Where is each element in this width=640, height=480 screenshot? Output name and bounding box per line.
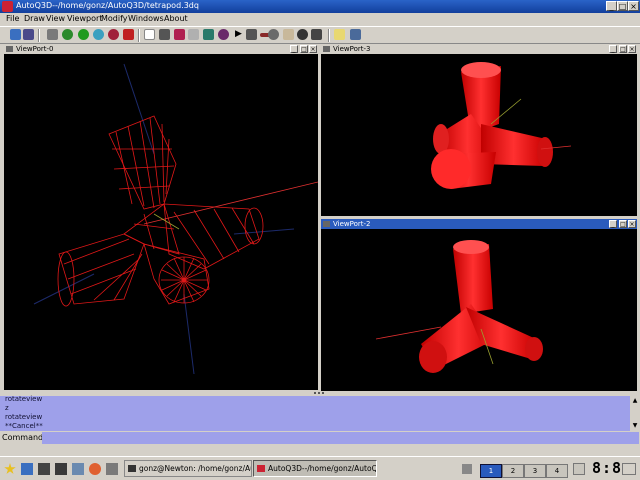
task-autoq3d-label: AutoQ3D--/home/gonz/AutoQ3D [268,464,377,473]
viewport-icon [323,221,330,227]
menu-about[interactable]: About [164,14,188,23]
camera-icon[interactable] [311,29,322,40]
solid-tetrapod-bottom [375,240,543,373]
blank-icon[interactable] [144,29,155,40]
viewport-0-minimize-button[interactable]: _ [290,45,298,53]
command-input[interactable] [42,432,639,444]
folder-icon[interactable] [106,463,118,475]
menu-windows[interactable]: Windows [128,14,164,23]
terminal-icon[interactable] [38,463,50,475]
minimize-button[interactable]: _ [606,1,617,11]
torus-icon[interactable] [78,29,89,40]
menu-viewport[interactable]: Viewport [67,14,102,23]
task-autoq3d[interactable]: AutoQ3D--/home/gonz/AutoQ3D [253,460,377,477]
wireframe-tetrapod [33,63,318,375]
scroll-down-icon[interactable]: ▼ [631,422,639,430]
history-line: rotateview [5,413,43,421]
close-button[interactable]: × [628,1,639,11]
menu-file[interactable]: File [6,14,19,23]
window-title: AutoQ3D--/home/gonz/AutoQ3D/tetrapod.3dq [16,1,199,10]
viewport-2-header: ViewPort-2 _ □ × [321,219,637,229]
play-icon[interactable]: ▶ [233,29,244,40]
command-row: Command [0,432,640,444]
task-terminal[interactable]: gonz@Newton: /home/gonz/Auto [124,460,252,477]
app-icon [257,465,265,472]
viewport-0-maximize-button[interactable]: □ [300,45,308,53]
viewport-3[interactable]: ViewPort-3 _ □ × [321,44,637,216]
viewport-icon [323,46,330,52]
viewport-3-close-button[interactable]: × [628,45,636,53]
app-icon [2,1,13,12]
scissors-icon[interactable] [159,29,170,40]
note-icon[interactable] [334,29,345,40]
viewport-2[interactable]: ViewPort-2 _ □ × [321,219,637,391]
viewport-2-close-button[interactable]: × [628,220,636,228]
save-icon[interactable] [23,29,34,40]
viewport-icon [6,46,13,52]
viewport-3-maximize-button[interactable]: □ [619,45,627,53]
toolbar: ▶ [0,26,640,44]
command-label: Command [2,433,44,442]
desktop-3-button[interactable]: 3 [524,464,546,478]
viewport-2-title: ViewPort-2 [333,220,371,228]
paint-icon[interactable] [218,29,229,40]
viewport-0-title: ViewPort-0 [16,45,54,53]
desktop-2-button[interactable]: 2 [502,464,524,478]
zoom-icon[interactable] [268,29,279,40]
desktop-1-button[interactable]: 1 [480,464,502,478]
task-terminal-label: gonz@Newton: /home/gonz/Auto [139,464,252,473]
command-history: rotateview z rotateview **Cancel** [0,395,640,431]
history-line: rotateview [5,395,43,403]
hand-icon[interactable] [283,29,294,40]
scroll-up-icon[interactable]: ▲ [631,397,639,405]
tiles-icon[interactable] [350,29,361,40]
clock: 8:8 [592,459,623,477]
desktop-4-button[interactable]: 4 [546,464,568,478]
viewport-0-close-button[interactable]: × [309,45,317,53]
sphere-icon[interactable] [47,29,58,40]
open-icon[interactable] [10,29,21,40]
history-scrollbar[interactable]: ▲ ▼ [630,396,640,431]
shade-icon[interactable] [62,29,73,40]
viewport-3-header: ViewPort-3 _ □ × [321,44,637,54]
bucket-icon[interactable] [188,29,199,40]
viewport-2-minimize-button[interactable]: _ [609,220,617,228]
viewport-3-minimize-button[interactable]: _ [609,45,617,53]
terminal-icon [128,465,136,472]
menu-modify[interactable]: Modify [101,14,128,23]
eraser-icon[interactable] [174,29,185,40]
calendar-icon[interactable] [622,463,636,475]
title-bar: AutoQ3D--/home/gonz/AutoQ3D/tetrapod.3dq… [0,0,640,13]
taskbar: gonz@Newton: /home/gonz/Auto AutoQ3D--/h… [0,456,640,480]
clipboard-icon[interactable] [573,463,585,475]
home-icon[interactable] [21,463,33,475]
cube-green-icon[interactable] [203,29,214,40]
browser-icon[interactable] [89,463,101,475]
splitter-handle[interactable] [312,391,326,395]
start-icon[interactable] [4,463,16,474]
tray-icon[interactable] [462,464,472,474]
history-line: z [5,404,9,412]
cube-red-icon[interactable] [123,29,134,40]
maximize-button[interactable]: □ [617,1,628,11]
menu-draw[interactable]: Draw [24,14,45,23]
history-line: **Cancel** [5,422,43,430]
viewport-0[interactable]: ViewPort-0 _ □ × [4,44,318,390]
viewport-0-header: ViewPort-0 _ □ × [4,44,318,54]
menu-view[interactable]: View [46,14,65,23]
gear-icon[interactable] [93,29,104,40]
move-icon[interactable] [246,29,257,40]
menu-bar: File Draw View Viewport Modify Windows A… [0,13,640,25]
viewport-2-maximize-button[interactable]: □ [619,220,627,228]
sphere-red-icon[interactable] [108,29,119,40]
help-icon[interactable] [72,463,84,475]
viewport-3-title: ViewPort-3 [333,45,371,53]
monitor-icon[interactable] [55,463,67,475]
solid-tetrapod-top [431,62,572,189]
rotate-icon[interactable] [297,29,308,40]
